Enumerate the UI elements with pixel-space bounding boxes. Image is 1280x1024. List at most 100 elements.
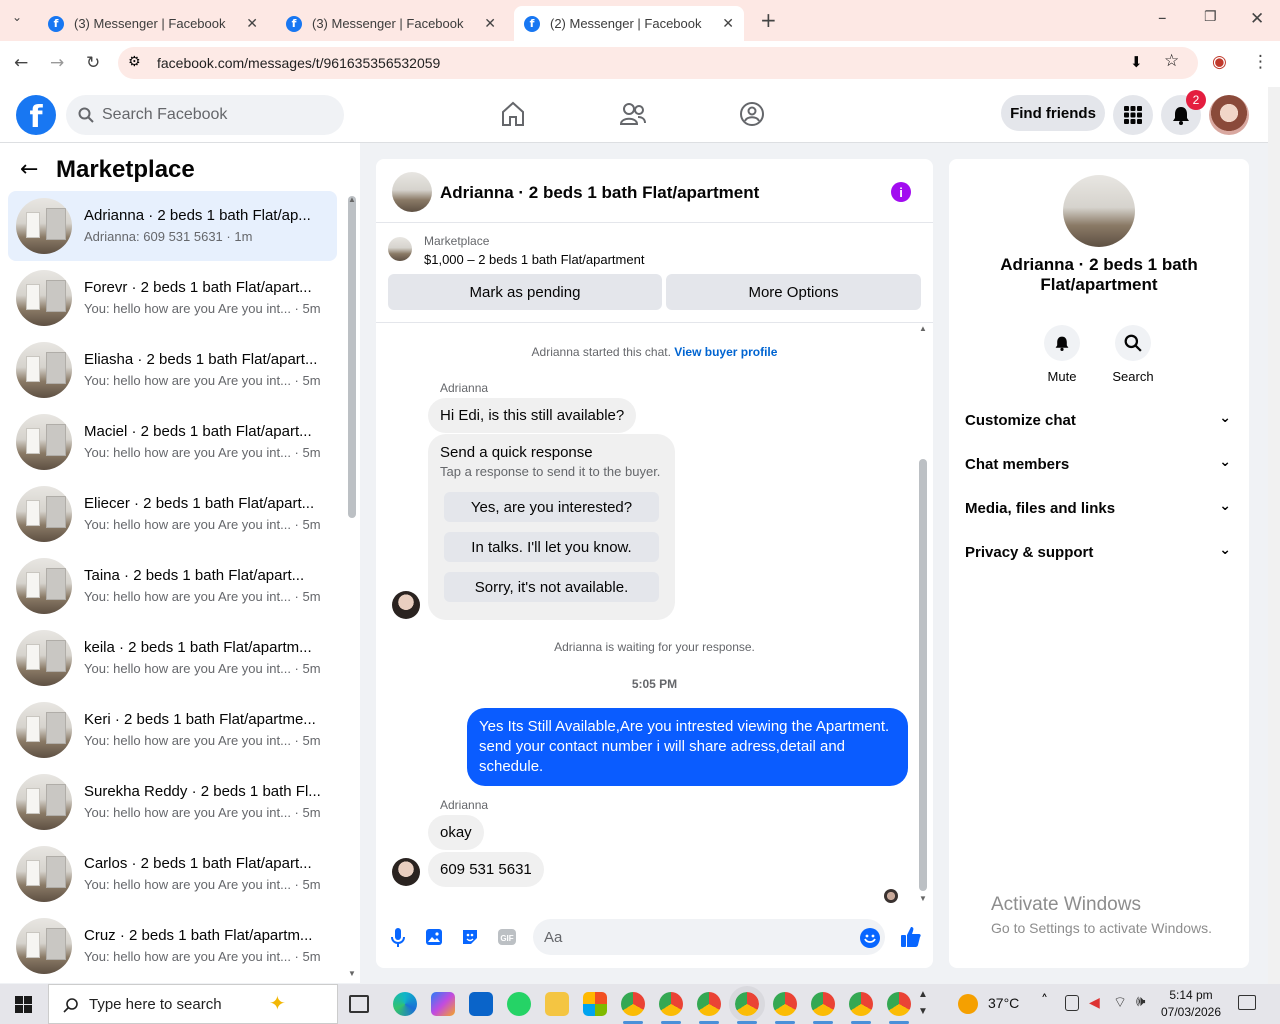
incoming-message-bubble[interactable]: 609 531 5631 [428, 852, 544, 887]
browser-tab-3-active[interactable]: f (2) Messenger | Facebook ✕ [514, 6, 744, 41]
close-tab-icon[interactable]: ✕ [246, 15, 258, 32]
more-options-button[interactable]: More Options [666, 274, 921, 310]
groups-icon[interactable] [739, 101, 765, 127]
speaker-muted-icon[interactable]: ◀ [1089, 994, 1100, 1011]
conversation-item[interactable]: keila · 2 beds 1 bath Flat/apartm... You:… [8, 623, 337, 693]
minimize-icon[interactable]: – [1158, 8, 1167, 28]
page-scrollbar-track[interactable] [1268, 87, 1280, 984]
restore-icon[interactable]: ❐ [1204, 9, 1217, 25]
conversation-item[interactable]: Cruz · 2 beds 1 bath Flat/apartm... You: … [8, 911, 337, 981]
scroll-up-arrow-icon[interactable]: ▲ [919, 324, 927, 333]
incoming-message-bubble[interactable]: okay [428, 815, 484, 850]
file-explorer-icon[interactable] [545, 992, 569, 1016]
info-icon[interactable]: i [891, 182, 911, 202]
browser-tab-1[interactable]: f (3) Messenger | Facebook ✕ [38, 6, 268, 41]
conversation-item[interactable]: Adrianna · 2 beds 1 bath Flat/ap... Adria… [8, 191, 337, 261]
listing-thumbnail[interactable] [392, 172, 432, 212]
menu-grid-button[interactable] [1113, 95, 1153, 135]
reload-icon[interactable]: ↻ [86, 53, 100, 73]
back-arrow-icon[interactable]: ← [20, 157, 38, 182]
conversation-list-scrollbar[interactable] [348, 196, 356, 518]
quick-response-option[interactable]: Sorry, it's not available. [444, 572, 659, 602]
account-avatar[interactable] [1209, 95, 1249, 135]
chrome-menu-icon[interactable]: ⋮ [1252, 52, 1269, 72]
mute-button[interactable]: Mute [1032, 325, 1092, 384]
edge-browser-icon[interactable] [393, 992, 417, 1016]
chrome-window-icon[interactable] [849, 992, 873, 1016]
outlook-icon[interactable] [469, 992, 493, 1016]
gif-icon[interactable]: GIF [497, 928, 517, 946]
conversation-item[interactable]: Keri · 2 beds 1 bath Flat/apartme... You:… [8, 695, 337, 765]
media-files-links-section[interactable]: Media, files and links ⌄ [965, 498, 1235, 517]
mark-as-pending-button[interactable]: Mark as pending [388, 274, 662, 310]
microsoft-store-icon[interactable] [583, 992, 607, 1016]
listing-small-thumbnail[interactable] [388, 237, 412, 261]
scroll-up-arrow-icon[interactable]: ▲ [348, 195, 356, 204]
search-facebook-input[interactable]: Search Facebook [66, 95, 344, 135]
back-icon[interactable]: ← [14, 53, 28, 73]
home-icon[interactable] [501, 101, 525, 127]
search-in-chat-button[interactable]: Search [1103, 325, 1163, 384]
chrome-window-icon[interactable] [621, 992, 645, 1016]
browser-tab-2[interactable]: f (3) Messenger | Facebook ✕ [276, 6, 506, 41]
taskbar-overflow-chevron-icon[interactable]: ▲ ▼ [918, 986, 928, 1020]
conversation-item[interactable]: Carlos · 2 beds 1 bath Flat/apart... You:… [8, 839, 337, 909]
windows-start-icon[interactable] [15, 996, 32, 1013]
scroll-down-arrow-icon[interactable]: ▼ [919, 894, 927, 903]
conversation-item[interactable]: Eliecer · 2 beds 1 bath Flat/apart... You… [8, 479, 337, 549]
incoming-message-bubble[interactable]: Hi Edi, is this still available? [428, 398, 637, 433]
install-app-icon[interactable]: ⬇ [1130, 53, 1143, 71]
facebook-logo-icon[interactable]: f [16, 95, 56, 135]
privacy-support-section[interactable]: Privacy & support ⌄ [965, 542, 1235, 561]
tab-search-chevron-icon[interactable]: ⌄ [12, 10, 22, 24]
weather-temperature[interactable]: 37°C [988, 995, 1019, 1011]
listing-price-title[interactable]: $1,000 – 2 beds 1 bath Flat/apartment [424, 252, 644, 267]
conversation-item[interactable]: Maciel · 2 beds 1 bath Flat/apart... You:… [8, 407, 337, 477]
microphone-icon[interactable] [391, 928, 405, 948]
thumbs-up-icon[interactable] [900, 926, 922, 948]
forward-icon[interactable]: → [50, 53, 64, 73]
sticker-icon[interactable] [461, 928, 479, 946]
chrome-window-icon[interactable] [659, 992, 683, 1016]
find-friends-button[interactable]: Find friends [1001, 95, 1105, 131]
customize-chat-section[interactable]: Customize chat ⌄ [965, 410, 1235, 429]
taskbar-search-input[interactable]: Type here to search ✦ [48, 984, 338, 1024]
quick-response-option[interactable]: Yes, are you interested? [444, 492, 659, 522]
friends-icon[interactable] [620, 101, 646, 127]
whatsapp-icon[interactable] [507, 992, 531, 1016]
emoji-icon[interactable] [860, 928, 880, 948]
message-input[interactable]: Aa [533, 919, 885, 955]
profile-icon[interactable]: ◉ [1212, 52, 1227, 72]
scroll-down-arrow-icon[interactable]: ▼ [348, 969, 356, 978]
buyer-avatar[interactable] [392, 591, 420, 619]
chrome-window-icon[interactable] [773, 992, 797, 1016]
bookmark-star-icon[interactable]: ☆ [1164, 51, 1179, 71]
outgoing-message-bubble[interactable]: Yes Its Still Available,Are you intreste… [467, 708, 908, 786]
notification-center-icon[interactable] [1238, 995, 1256, 1010]
conversation-item[interactable]: Surekha Reddy · 2 beds 1 bath Fl... You: … [8, 767, 337, 837]
view-buyer-profile-link[interactable]: View buyer profile [674, 345, 777, 359]
task-view-icon[interactable] [349, 995, 369, 1013]
close-tab-icon[interactable]: ✕ [484, 15, 496, 32]
chrome-window-icon[interactable] [887, 992, 911, 1016]
chrome-window-icon[interactable] [697, 992, 721, 1016]
new-tab-icon[interactable]: + [760, 8, 777, 32]
tray-app-icon[interactable] [1065, 995, 1079, 1011]
buyer-avatar[interactable] [392, 858, 420, 886]
taskbar-clock[interactable]: 5:14 pm 07/03/2026 [1160, 987, 1222, 1021]
address-bar[interactable]: ⚙ facebook.com/messages/t/96163535653205… [118, 47, 1198, 79]
close-window-icon[interactable]: ✕ [1250, 9, 1264, 29]
conversation-item[interactable]: Taina · 2 beds 1 bath Flat/apart... You: … [8, 551, 337, 621]
chat-title[interactable]: Adrianna · 2 beds 1 bath Flat/apartment [440, 183, 759, 203]
photo-icon[interactable] [425, 928, 443, 946]
conversation-item[interactable]: Forevr · 2 beds 1 bath Flat/apart... You:… [8, 263, 337, 333]
copilot-icon[interactable] [431, 992, 455, 1016]
conversation-item[interactable]: Eliasha · 2 beds 1 bath Flat/apart... You… [8, 335, 337, 405]
chat-members-section[interactable]: Chat members ⌄ [965, 454, 1235, 473]
close-tab-icon[interactable]: ✕ [722, 15, 734, 32]
wifi-icon[interactable]: ⌔ [1113, 993, 1127, 1012]
chrome-window-icon-active[interactable] [729, 986, 765, 1022]
chrome-window-icon[interactable] [811, 992, 835, 1016]
listing-large-thumbnail[interactable] [1063, 175, 1135, 247]
site-info-icon[interactable]: ⚙ [128, 54, 141, 70]
